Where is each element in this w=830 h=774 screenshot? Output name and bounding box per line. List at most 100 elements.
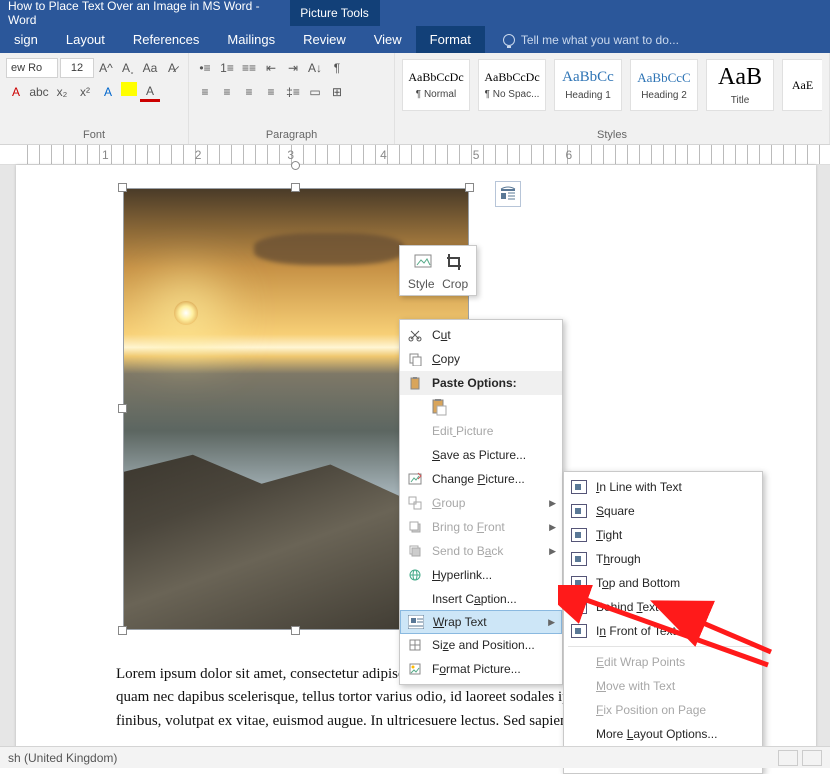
menu-item-send-to-back: Send to Back▶: [400, 539, 562, 563]
sort-icon[interactable]: A↓: [305, 58, 325, 78]
layout-options-button[interactable]: [495, 181, 521, 207]
menu-item-wrap-text[interactable]: Wrap Text▶: [400, 610, 562, 634]
menu-item-label: Group: [432, 496, 465, 510]
style-title[interactable]: AaBTitle: [706, 59, 774, 111]
menu-item-change-picture[interactable]: Change Picture...: [400, 467, 562, 491]
style-normal[interactable]: AaBbCcDc¶ Normal: [402, 59, 470, 111]
grow-font-icon[interactable]: A^: [96, 58, 116, 78]
shrink-font-icon[interactable]: A˯: [118, 58, 138, 78]
read-mode-icon[interactable]: [778, 750, 798, 766]
style-more[interactable]: AaE: [782, 59, 822, 111]
menu-item-copy[interactable]: Copy: [400, 347, 562, 371]
print-layout-icon[interactable]: [802, 750, 822, 766]
menu-item-label: Fix Position on Page: [596, 703, 706, 717]
wrap-option-behind-text[interactable]: Behind Text: [564, 595, 762, 619]
menu-item-paste-variant[interactable]: [400, 395, 562, 419]
align-right-icon[interactable]: ≡: [239, 82, 259, 102]
menu-item-cut[interactable]: Cut: [400, 323, 562, 347]
font-color-icon[interactable]: A: [6, 82, 26, 102]
font-color2-icon[interactable]: A: [140, 82, 160, 102]
tab-mailings[interactable]: Mailings: [213, 26, 289, 53]
multilevel-list-icon[interactable]: ≡≡: [239, 58, 259, 78]
picture-style-icon[interactable]: [412, 252, 434, 275]
shading-icon[interactable]: ▭: [305, 82, 325, 102]
context-menu: CutCopyPaste Options:Edit PictureSave as…: [399, 319, 563, 685]
wrap-option-in-front-of-text[interactable]: In Front of Text: [564, 619, 762, 643]
wrap-option-in-line-with-text[interactable]: In Line with Text: [564, 475, 762, 499]
wrap-icon: [570, 478, 588, 496]
wrap-option-more-layout-options[interactable]: More Layout Options...: [564, 722, 762, 746]
style-label: Style: [408, 277, 435, 291]
tab-design[interactable]: sign: [0, 26, 52, 53]
increase-indent-icon[interactable]: ⇥: [283, 58, 303, 78]
style-heading1[interactable]: AaBbCcHeading 1: [554, 59, 622, 111]
menu-item-label: In Front of Text: [596, 624, 676, 638]
menu-item-hyperlink[interactable]: Hyperlink...: [400, 563, 562, 587]
wrap-option-top-and-bottom[interactable]: Top and Bottom: [564, 571, 762, 595]
text-effects-icon[interactable]: A: [98, 82, 118, 102]
menu-item-paste-options[interactable]: Paste Options:: [400, 371, 562, 395]
resize-handle[interactable]: [118, 626, 127, 635]
superscript-icon[interactable]: x²: [75, 82, 95, 102]
clipboard-icon: [406, 374, 424, 392]
wrap-option-through[interactable]: Through: [564, 547, 762, 571]
wrap-option-tight[interactable]: Tight: [564, 523, 762, 547]
language-status[interactable]: sh (United Kingdom): [8, 751, 117, 765]
format-icon: [406, 660, 424, 678]
style-no-spacing[interactable]: AaBbCcDc¶ No Spac...: [478, 59, 546, 111]
menu-item-label: Edit Wrap Points: [596, 655, 685, 669]
wrap-option-edit-wrap-points: Edit Wrap Points: [564, 650, 762, 674]
resize-handle[interactable]: [291, 626, 300, 635]
subscript-icon[interactable]: x₂: [52, 82, 72, 102]
crop-icon[interactable]: [445, 252, 465, 275]
crop-label: Crop: [442, 277, 468, 291]
tab-layout[interactable]: Layout: [52, 26, 119, 53]
copy-icon: [406, 350, 424, 368]
bring-front-icon: [406, 518, 424, 536]
font-name-selector[interactable]: ew Ro: [6, 58, 58, 78]
menu-item-label: Hyperlink...: [432, 568, 492, 582]
resize-handle[interactable]: [465, 183, 474, 192]
horizontal-ruler[interactable]: 1 2 3 4 5 6: [0, 145, 830, 165]
menu-item-label: More Layout Options...: [596, 727, 717, 741]
tab-review[interactable]: Review: [289, 26, 360, 53]
wrap-option-move-with-text: Move with Text: [564, 674, 762, 698]
highlight-icon[interactable]: [121, 82, 137, 96]
menu-item-insert-caption[interactable]: Insert Caption...: [400, 587, 562, 611]
menu-item-label: Top and Bottom: [596, 576, 680, 590]
menu-item-format-picture[interactable]: Format Picture...: [400, 657, 562, 681]
wrap-icon: [570, 502, 588, 520]
change-case-icon[interactable]: Aa: [140, 58, 160, 78]
strikethrough-icon[interactable]: abc: [29, 82, 49, 102]
tell-me-search[interactable]: Tell me what you want to do...: [485, 33, 679, 47]
decrease-indent-icon[interactable]: ⇤: [261, 58, 281, 78]
numbering-icon[interactable]: 1≡: [217, 58, 237, 78]
font-size-selector[interactable]: 12: [60, 58, 94, 78]
align-center-icon[interactable]: ≡: [217, 82, 237, 102]
rotate-handle[interactable]: [291, 161, 300, 170]
menu-item-size-and-position[interactable]: Size and Position...: [400, 633, 562, 657]
justify-icon[interactable]: ≡: [261, 82, 281, 102]
resize-handle[interactable]: [291, 183, 300, 192]
line-spacing-icon[interactable]: ‡≡: [283, 82, 303, 102]
wrap-option-square[interactable]: Square: [564, 499, 762, 523]
tab-view[interactable]: View: [360, 26, 416, 53]
submenu-arrow-icon: ▶: [548, 617, 555, 628]
clear-formatting-icon[interactable]: A̷: [162, 58, 182, 78]
wrap-icon: [407, 613, 425, 631]
style-heading2[interactable]: AaBbCcCHeading 2: [630, 59, 698, 111]
borders-icon[interactable]: ⊞: [327, 82, 347, 102]
show-marks-icon[interactable]: ¶: [327, 58, 347, 78]
paragraph-group-label: Paragraph: [195, 127, 388, 144]
resize-handle[interactable]: [118, 404, 127, 413]
bullets-icon[interactable]: •≡: [195, 58, 215, 78]
ribbon-group-paragraph: •≡ 1≡ ≡≡ ⇤ ⇥ A↓ ¶ ≡ ≡ ≡ ≡ ‡≡ ▭ ⊞: [189, 53, 395, 144]
tab-format[interactable]: Format: [416, 26, 485, 53]
tab-references[interactable]: References: [119, 26, 213, 53]
wrap-icon: [570, 550, 588, 568]
resize-handle[interactable]: [118, 183, 127, 192]
menu-item-save-as-picture[interactable]: Save as Picture...: [400, 443, 562, 467]
blank-icon: [570, 701, 588, 719]
font-group-label: Font: [6, 127, 182, 144]
align-left-icon[interactable]: ≡: [195, 82, 215, 102]
